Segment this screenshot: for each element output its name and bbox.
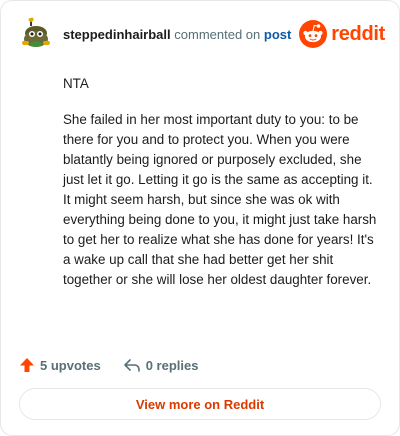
avatar-icon xyxy=(19,17,53,51)
reply-button[interactable]: 0 replies xyxy=(123,357,199,373)
reddit-snoo-icon xyxy=(299,20,328,48)
comment-header: steppedinhairball commented on post redd… xyxy=(19,17,385,51)
comment-actions: 5 upvotes 0 replies xyxy=(19,353,220,377)
reddit-wordmark: reddit xyxy=(331,22,385,45)
upvote-button[interactable]: 5 upvotes xyxy=(19,357,101,373)
user-avatar[interactable] xyxy=(19,17,53,51)
reply-count: 0 replies xyxy=(145,357,199,373)
post-link[interactable]: post xyxy=(264,27,291,42)
comment-card: steppedinhairball commented on post redd… xyxy=(0,0,400,436)
reddit-logo[interactable]: reddit xyxy=(299,20,385,48)
comment-body: NTA She failed in her most important dut… xyxy=(63,74,379,306)
comment-action-text: commented on xyxy=(174,27,261,42)
upvote-count: 5 upvotes xyxy=(40,357,101,373)
upvote-arrow-icon xyxy=(20,358,34,372)
comment-paragraph: NTA xyxy=(63,76,89,91)
comment-paragraph: She failed in her most important duty to… xyxy=(63,112,377,287)
view-more-button[interactable]: View more on Reddit xyxy=(19,388,381,420)
reply-icon xyxy=(123,359,140,372)
comment-meta: steppedinhairball commented on post xyxy=(63,27,291,42)
comment-author[interactable]: steppedinhairball xyxy=(63,27,171,42)
